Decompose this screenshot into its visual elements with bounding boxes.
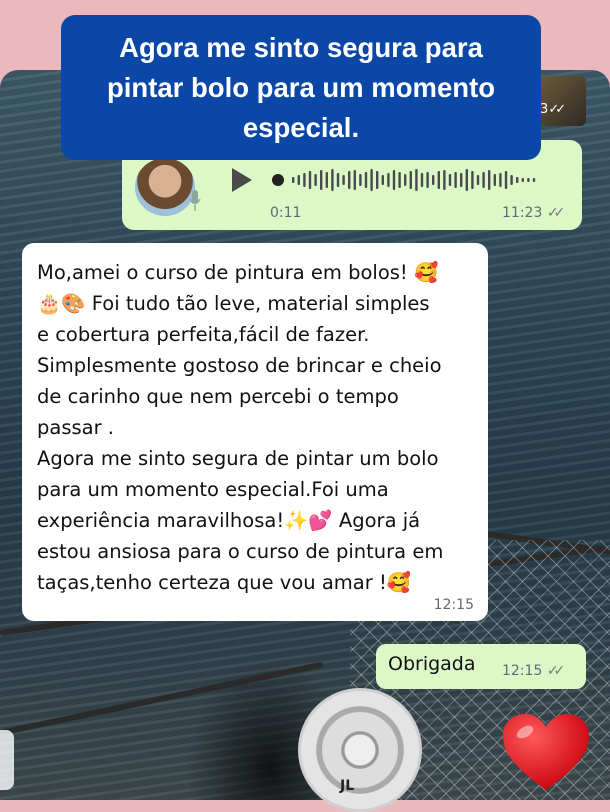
waveform-bar — [314, 174, 317, 186]
mic-icon — [189, 190, 201, 211]
edge-glare — [0, 730, 14, 790]
waveform-bar — [471, 171, 474, 189]
waveform-bar — [353, 170, 356, 190]
outgoing-message-bubble[interactable]: Obrigada 12:15 ✓✓ — [376, 644, 586, 689]
waveform-bar — [426, 172, 429, 188]
reply-timestamp: 12:15 ✓✓ — [502, 663, 566, 679]
waveform-bar — [292, 177, 295, 183]
double-check-icon: ✓✓ — [548, 102, 566, 117]
waveform-bar — [331, 169, 334, 191]
audio-timestamp: 11:23 ✓✓ — [502, 205, 566, 221]
waveform-bar — [308, 171, 312, 189]
waveform-bar — [303, 173, 306, 187]
message-timestamp: 12:15 — [433, 597, 474, 613]
double-check-icon: ✓✓ — [546, 663, 566, 679]
waveform-bar — [392, 170, 396, 190]
waveform-bar — [448, 174, 452, 186]
waveform-bar — [532, 178, 536, 182]
waveform-bar — [336, 173, 340, 187]
waveform-bar — [437, 171, 440, 189]
waveform-bar — [465, 169, 468, 191]
waveform-bar — [499, 173, 502, 187]
waveform-bar — [482, 172, 485, 188]
waveform-bar — [320, 170, 323, 190]
waveform-bar — [527, 178, 530, 182]
audio-duration: 0:11 — [270, 205, 302, 221]
waveform-bar — [404, 174, 407, 186]
title-banner: Agora me sinto segura para pintar bolo p… — [61, 15, 541, 160]
double-check-icon: ✓✓ — [546, 205, 566, 221]
playhead[interactable] — [272, 174, 284, 186]
banner-title: Agora me sinto segura para pintar bolo p… — [106, 31, 496, 143]
waveform-bar — [381, 175, 384, 185]
waveform-bar — [504, 171, 508, 189]
incoming-message-bubble[interactable]: Mo,amei o curso de pintura em bolos! 🥰 🎂… — [22, 243, 488, 621]
avatar — [135, 158, 195, 216]
waveform-bar — [297, 175, 300, 185]
waveform-bar — [348, 171, 351, 189]
waveform-bar — [409, 171, 412, 189]
waveform-bar — [376, 171, 379, 189]
speaker-brand: JL — [340, 778, 355, 794]
waveform-bar — [359, 174, 362, 186]
waveform-bar — [521, 178, 524, 182]
reply-text: Obrigada — [388, 653, 476, 675]
waveform-bar — [488, 170, 491, 190]
waveform-bar — [432, 175, 435, 185]
boat-railing — [0, 661, 324, 736]
boat-speaker — [298, 688, 422, 812]
waveform-bar — [454, 172, 457, 188]
previous-media-thumbnail[interactable] — [540, 76, 586, 126]
waveform-bar — [398, 172, 401, 188]
waveform-bar — [342, 175, 345, 185]
waveform-bar — [325, 172, 328, 188]
waveform-bar — [364, 172, 368, 188]
waveform-bar — [420, 173, 424, 187]
waveform-bar — [493, 174, 496, 186]
play-icon[interactable] — [232, 168, 252, 192]
waveform-bar — [510, 175, 513, 185]
waveform-bar — [370, 169, 373, 191]
waveform-bar — [476, 175, 480, 185]
waveform-bar — [443, 170, 446, 190]
message-text: Mo,amei o curso de pintura em bolos! 🥰 🎂… — [37, 261, 444, 594]
previous-message-time: 3 ✓✓ — [540, 102, 566, 117]
heart-icon — [503, 714, 589, 790]
waveform-bar — [460, 173, 463, 187]
audio-waveform[interactable] — [272, 166, 542, 194]
waveform-bar — [387, 173, 390, 187]
waveform-bar — [415, 169, 418, 191]
waveform-bar — [516, 177, 519, 183]
